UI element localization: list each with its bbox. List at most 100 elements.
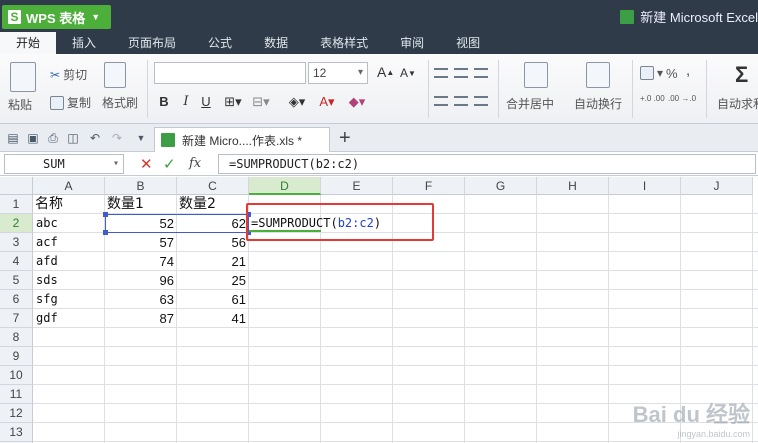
underline-button[interactable]: U [198,93,214,111]
row-header-9[interactable]: 9 [0,347,33,366]
name-cell[interactable]: abc [33,214,105,233]
quantity1-cell[interactable]: 57 [105,233,177,252]
formula-input[interactable]: =SUMPRODUCT(b2:c2) [218,154,756,174]
quantity2-cell[interactable]: 56 [177,233,249,252]
column-header-c[interactable]: C [177,177,249,195]
name-box[interactable]: SUM [4,154,124,174]
save-icon[interactable]: ▣ [26,131,40,145]
align-bottom-icon[interactable] [474,68,488,78]
confirm-icon[interactable]: ✓ [163,155,176,173]
font-name-input[interactable] [154,62,306,84]
chevron-down-icon[interactable]: ▼ [134,131,148,145]
row-header-1[interactable]: 1 [0,195,33,214]
autosum-button[interactable]: 自动求和 [717,95,758,112]
decrease-font-icon[interactable]: A ▼ [400,66,416,80]
row-header-5[interactable]: 5 [0,271,33,290]
tab-insert[interactable]: 插入 [56,32,112,54]
fill-color-icon[interactable]: ◈▾ [286,93,308,111]
row-header-6[interactable]: 6 [0,290,33,309]
align-middle-icon[interactable] [454,68,468,78]
sigma-icon[interactable]: Σ [735,62,748,88]
quantity2-cell[interactable]: 41 [177,309,249,328]
redo-icon[interactable]: ↷ [110,131,124,145]
row-header-11[interactable]: 11 [0,385,33,404]
align-right-icon[interactable] [474,96,488,106]
row-header-3[interactable]: 3 [0,233,33,252]
format-painter-button[interactable] [104,62,126,88]
print-icon[interactable]: ⎙ [46,131,60,145]
percent-button[interactable]: % [666,66,678,81]
borders-icon[interactable]: ⊞▾ [222,93,244,111]
merge-center-button[interactable]: 合并居中 [506,95,554,112]
align-top-icon[interactable] [434,68,448,78]
tab-formulas[interactable]: 公式 [192,32,248,54]
tab-review[interactable]: 审阅 [384,32,440,54]
quantity1-cell[interactable]: 63 [105,290,177,309]
column-header-e[interactable]: E [321,177,393,195]
font-color-icon[interactable]: A▾ [316,93,338,111]
row-header-12[interactable]: 12 [0,404,33,423]
header-cell[interactable]: 数量2 [177,195,249,214]
insert-function-icon[interactable]: fx [189,156,201,171]
paste-button[interactable] [10,62,36,92]
format-painter-label[interactable]: 格式刷 [102,94,138,111]
undo-icon[interactable]: ↶ [88,131,102,145]
range-handle[interactable] [103,230,108,235]
clear-format-icon[interactable]: ◆▾ [346,93,368,111]
new-tab-icon[interactable]: + [339,127,351,149]
document-tab[interactable]: 新建 Micro....作表.xls * [154,127,330,152]
folder-icon[interactable]: ▤ [6,131,20,145]
app-menu-button[interactable]: S WPS 表格 ▼ [2,5,111,29]
quantity1-cell[interactable]: 87 [105,309,177,328]
decrease-decimal-button[interactable]: .00 →.0 [668,94,696,103]
cut-button[interactable]: ✂ 剪切 [50,66,87,83]
increase-font-icon[interactable]: A ▲ [377,64,394,80]
quantity2-cell[interactable]: 61 [177,290,249,309]
header-cell[interactable]: 名称 [33,195,105,214]
header-cell[interactable]: 数量1 [105,195,177,214]
tab-table-style[interactable]: 表格样式 [304,32,384,54]
bold-button[interactable]: B [156,93,172,111]
row-header-13[interactable]: 13 [0,423,33,442]
select-all-corner[interactable] [0,177,33,195]
column-header-b[interactable]: B [105,177,177,195]
name-cell[interactable]: acf [33,233,105,252]
italic-button[interactable]: I [178,93,194,111]
increase-decimal-button[interactable]: +.0 .00 [640,94,665,103]
range-handle[interactable] [103,212,108,217]
merge-borders-icon[interactable]: ⊟▾ [250,93,272,111]
column-header-f[interactable]: F [393,177,465,195]
copy-button[interactable]: 复制 [50,94,91,111]
paste-label[interactable]: 粘贴 [8,96,32,113]
quantity2-cell[interactable]: 25 [177,271,249,290]
tab-home[interactable]: 开始 [0,32,57,54]
row-header-4[interactable]: 4 [0,252,33,271]
cancel-icon[interactable]: ✕ [140,155,153,173]
name-cell[interactable]: sfg [33,290,105,309]
comma-button[interactable]: , [686,62,690,79]
row-header-10[interactable]: 10 [0,366,33,385]
name-cell[interactable]: afd [33,252,105,271]
align-left-icon[interactable] [434,96,448,106]
tab-view[interactable]: 视图 [440,32,496,54]
quantity2-cell[interactable]: 21 [177,252,249,271]
align-center-icon[interactable] [454,96,468,106]
print-preview-icon[interactable]: ◫ [66,131,80,145]
row-header-7[interactable]: 7 [0,309,33,328]
name-cell[interactable]: sds [33,271,105,290]
row-header-8[interactable]: 8 [0,328,33,347]
font-size-select[interactable]: 12 [308,62,368,84]
wrap-text-icon[interactable] [586,62,610,88]
tab-page-layout[interactable]: 页面布局 [112,32,192,54]
quantity1-cell[interactable]: 96 [105,271,177,290]
column-header-h[interactable]: H [537,177,609,195]
column-header-j[interactable]: J [681,177,753,195]
wrap-text-button[interactable]: 自动换行 [574,95,622,112]
tab-data[interactable]: 数据 [248,32,304,54]
merge-center-icon[interactable] [524,62,548,88]
column-header-d[interactable]: D [249,177,321,195]
name-cell[interactable]: gdf [33,309,105,328]
column-header-i[interactable]: I [609,177,681,195]
column-header-g[interactable]: G [465,177,537,195]
column-header-a[interactable]: A [33,177,105,195]
